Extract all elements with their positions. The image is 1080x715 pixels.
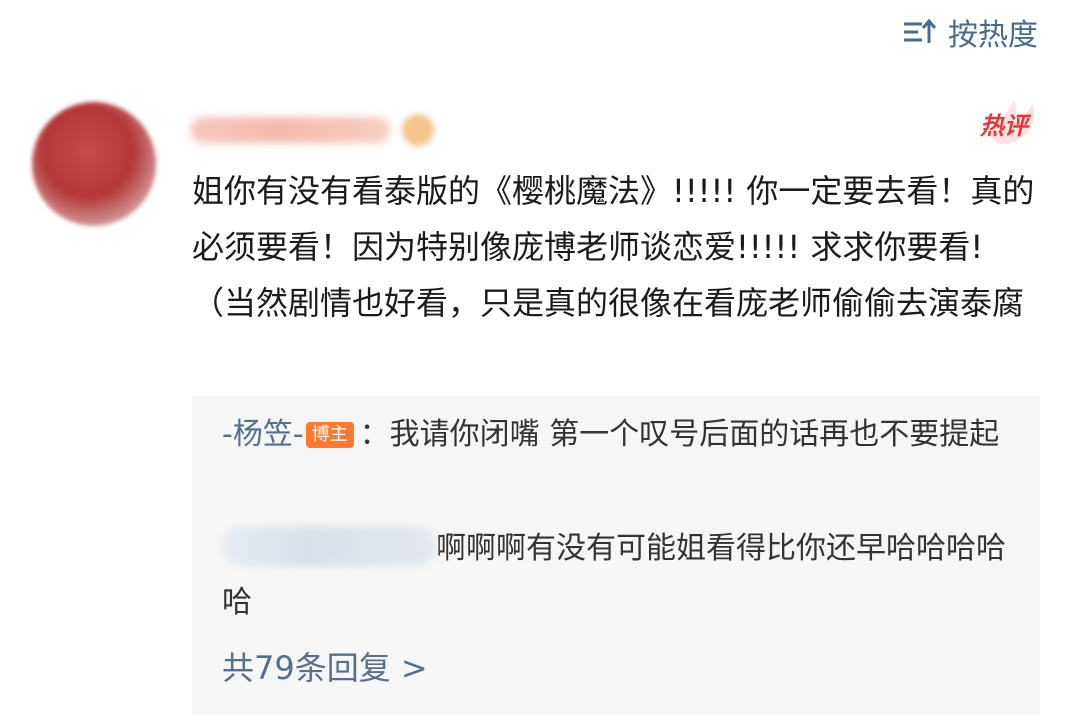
username-blurred[interactable] [190, 112, 440, 148]
reply-author-blurred[interactable] [222, 526, 436, 566]
view-all-replies-link[interactable]: 共79条回复 > [222, 640, 428, 696]
comment-text: 姐你有没有看泰版的《樱桃魔法》!!!!! 你一定要去看！真的必须要看！因为特别像… [192, 172, 1035, 322]
sort-label: 按热度 [948, 18, 1038, 53]
avatar[interactable] [32, 102, 156, 226]
reply-item: -杨笠- 博主 ：我请你闭嘴 第一个叹号后面的话再也不要提起 [222, 408, 1012, 462]
user-badge-icon [402, 114, 434, 146]
reply-author[interactable]: -杨笠- [222, 417, 304, 452]
hot-comment-badge: 热评 [968, 98, 1040, 148]
blogger-badge: 博主 [305, 422, 354, 448]
username-blur [190, 117, 390, 143]
sort-icon [904, 18, 936, 43]
reply-text: 我请你闭嘴 第一个叹号后面的话再也不要提起 [389, 417, 1000, 452]
reply-separator: ： [359, 417, 390, 452]
reply-box: -杨笠- 博主 ：我请你闭嘴 第一个叹号后面的话再也不要提起 啊啊啊有没有可能姐看得… [192, 396, 1040, 715]
hot-label: 热评 [980, 111, 1028, 140]
reply-item: 啊啊啊有没有可能姐看得比你还早哈哈哈哈哈 [222, 522, 1012, 630]
sort-by-hot-button[interactable]: 按热度 [902, 12, 1038, 53]
